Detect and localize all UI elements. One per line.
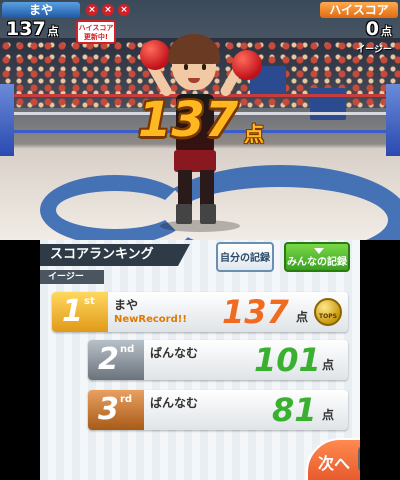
boxing-arena-scene: まや 137 点 × × × ハイスコア更新中! ハイスコア 0点 イージー 13… xyxy=(0,0,400,240)
boxer-shorts xyxy=(174,150,216,172)
player-score-unit: 点 xyxy=(47,25,59,38)
ranking-player-name: まや xyxy=(114,298,139,312)
rank-badge-silver: 2 nd xyxy=(88,340,144,380)
rank-number: 3 xyxy=(98,392,119,427)
boxer-hair xyxy=(168,34,220,64)
boxing-glove-icon xyxy=(232,50,262,80)
tops-banner xyxy=(310,88,346,120)
result-score: 137 xyxy=(138,92,239,148)
next-button[interactable]: 次へ xyxy=(306,438,360,480)
boxer-eye xyxy=(184,64,188,70)
highscore-updating-badge: ハイスコア更新中! xyxy=(76,20,116,44)
ranking-score: 137 xyxy=(222,293,289,331)
player-score: 137 点 xyxy=(6,18,59,40)
chevron-down-icon xyxy=(314,248,324,254)
my-records-button[interactable]: 自分の記録 xyxy=(216,242,274,272)
highscore-value: 0点 xyxy=(366,18,392,40)
boxer-boot xyxy=(176,204,192,224)
ring-post xyxy=(0,84,14,156)
boxing-glove-icon xyxy=(140,40,170,70)
tops-coin-icon: TOPS xyxy=(314,298,342,326)
player-score-value: 137 xyxy=(6,18,46,40)
rank-badge-gold: 1 st xyxy=(52,292,108,332)
difficulty-label: イージー xyxy=(356,45,392,55)
ranking-score-unit: 点 xyxy=(322,358,335,372)
ranking-player-name: ばんなむ xyxy=(150,396,199,410)
boxer-leg xyxy=(178,170,192,208)
miss-x-icon: × xyxy=(118,4,130,16)
game-screen: まや 137 点 × × × ハイスコア更新中! ハイスコア 0点 イージー 13… xyxy=(0,0,400,480)
miss-x-icon: × xyxy=(102,4,114,16)
rank-number: 1 xyxy=(62,294,83,329)
rank-badge-bronze: 3 rd xyxy=(88,390,144,430)
highscore-label: ハイスコア xyxy=(320,2,398,18)
everyone-records-button[interactable]: みんなの記録 xyxy=(284,242,350,272)
miss-x-icon: × xyxy=(86,4,98,16)
ranking-score-unit: 点 xyxy=(322,408,335,422)
highscore-unit: 点 xyxy=(381,25,392,38)
boxer-boot xyxy=(200,204,216,224)
rank-suffix: nd xyxy=(120,344,135,355)
ranking-difficulty-label: イージー xyxy=(40,270,104,284)
player-name-label: まや xyxy=(2,2,80,18)
rank-suffix: st xyxy=(84,296,95,307)
ranking-row: 1 st まや NewRecord!! 137 点 TOPS xyxy=(52,292,348,332)
site-logo-icon: G xyxy=(358,446,360,472)
result-score-unit: 点 xyxy=(244,122,264,146)
ranking-row: 2 nd ばんなむ 101 点 xyxy=(88,340,348,380)
ring-post xyxy=(386,84,400,156)
rank-number: 2 xyxy=(98,342,119,377)
new-record-label: NewRecord!! xyxy=(114,314,187,325)
ranking-row: 3 rd ばんなむ 81 点 xyxy=(88,390,348,430)
ranking-title: スコアランキング xyxy=(40,244,190,266)
highscore-number: 0 xyxy=(365,18,379,40)
rank-suffix: rd xyxy=(120,394,133,405)
ranking-panel: スコアランキング 自分の記録 みんなの記録 イージー 1 st まや NewRe… xyxy=(40,240,360,480)
boxer-leg xyxy=(200,170,214,208)
ranking-score-unit: 点 xyxy=(296,310,309,324)
tops-coin-label: TOPS xyxy=(319,313,337,320)
boxer-eye xyxy=(202,64,206,70)
ranking-score: 81 xyxy=(272,391,317,429)
ranking-score: 101 xyxy=(254,341,321,379)
ranking-player-name: ばんなむ xyxy=(150,346,199,360)
everyone-records-label: みんなの記録 xyxy=(287,257,347,268)
